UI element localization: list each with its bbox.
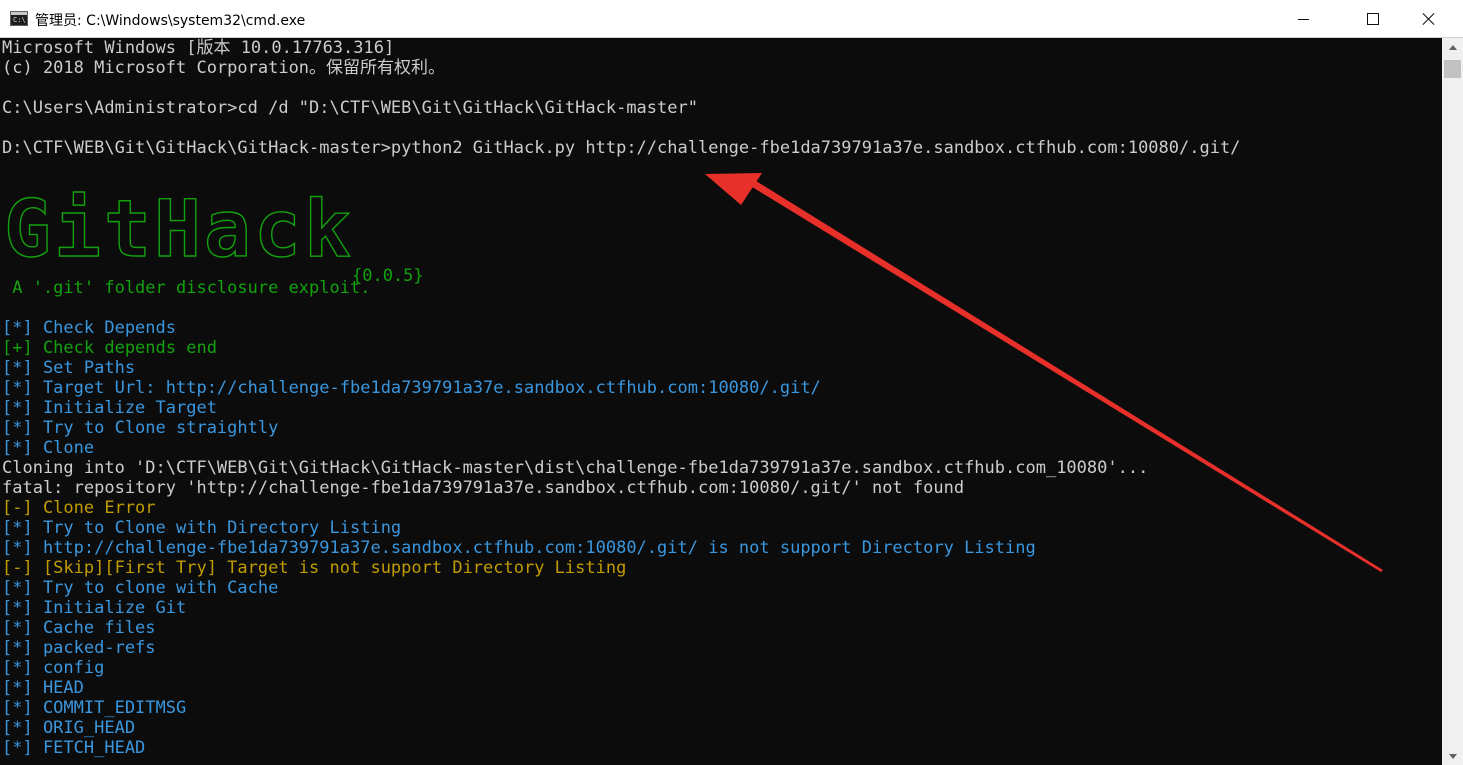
maximize-button[interactable] [1350, 0, 1396, 38]
console-line: [*] HEAD [2, 678, 84, 698]
minimize-icon [1297, 18, 1309, 20]
window-title: 管理员: C:\Windows\system32\cmd.exe [35, 13, 306, 29]
console-line: [*] Cache files [2, 618, 156, 638]
console-line: (c) 2018 Microsoft Corporation。保留所有权利。 [2, 58, 446, 78]
console-line: [*] Check Depends [2, 318, 176, 338]
cmd-icon[interactable]: C:\ [10, 11, 28, 26]
console-line: [+] Check depends end [2, 338, 217, 358]
title-bar[interactable]: C:\ 管理员: C:\Windows\system32\cmd.exe [0, 0, 1463, 38]
banner-logo-text: GitHack [4, 185, 350, 271]
console-line: [*] COMMIT_EDITMSG [2, 698, 187, 718]
scroll-down-button[interactable] [1442, 747, 1463, 765]
console-line: [*] FETCH_HEAD [2, 738, 146, 758]
close-button[interactable] [1406, 0, 1452, 38]
vertical-scrollbar[interactable] [1442, 38, 1463, 765]
close-icon [1422, 12, 1436, 26]
maximize-icon [1367, 13, 1379, 25]
console-line: Cloning into 'D:\CTF\WEB\Git\GitHack\Git… [2, 458, 1149, 478]
console-line: [*] Clone [2, 438, 95, 458]
arrow-down-icon [1448, 753, 1457, 759]
console-line: [-] [Skip][First Try] Target is not supp… [2, 558, 627, 578]
console-line: [*] Initialize Target [2, 398, 217, 418]
console-output[interactable]: GitHack {0.0.5} Microsoft Windows [版本 10… [0, 38, 1442, 765]
console-line: [*] ORIG_HEAD [2, 718, 136, 738]
console-line: C:\Users\Administrator>cd /d "D:\CTF\WEB… [2, 98, 698, 118]
console-line: [*] Target Url: http://challenge-fbe1da7… [2, 378, 821, 398]
console-line: [*] Try to Clone with Directory Listing [2, 518, 402, 538]
minimize-button[interactable] [1280, 0, 1326, 38]
console-line: [*] Initialize Git [2, 598, 187, 618]
arrow-up-icon [1448, 44, 1457, 50]
console-line: [-] Clone Error [2, 498, 156, 518]
console-line: fatal: repository 'http://challenge-fbe1… [2, 478, 965, 498]
scrollbar-thumb[interactable] [1444, 60, 1461, 78]
console-line: [*] http://challenge-fbe1da739791a37e.sa… [2, 538, 1036, 558]
console-line: A '.git' folder disclosure exploit. [2, 278, 371, 298]
console-line: [*] Try to clone with Cache [2, 578, 279, 598]
console-line: Microsoft Windows [版本 10.0.17763.316] [2, 38, 395, 58]
console-line: [*] Set Paths [2, 358, 136, 378]
scroll-up-button[interactable] [1442, 38, 1463, 56]
console-line: [*] Try to Clone straightly [2, 418, 279, 438]
console-line: [*] packed-refs [2, 638, 156, 658]
console-line: D:\CTF\WEB\Git\GitHack\GitHack-master>py… [2, 138, 1241, 158]
githack-ascii-logo: GitHack [3, 184, 352, 271]
console-line: [*] config [2, 658, 105, 678]
